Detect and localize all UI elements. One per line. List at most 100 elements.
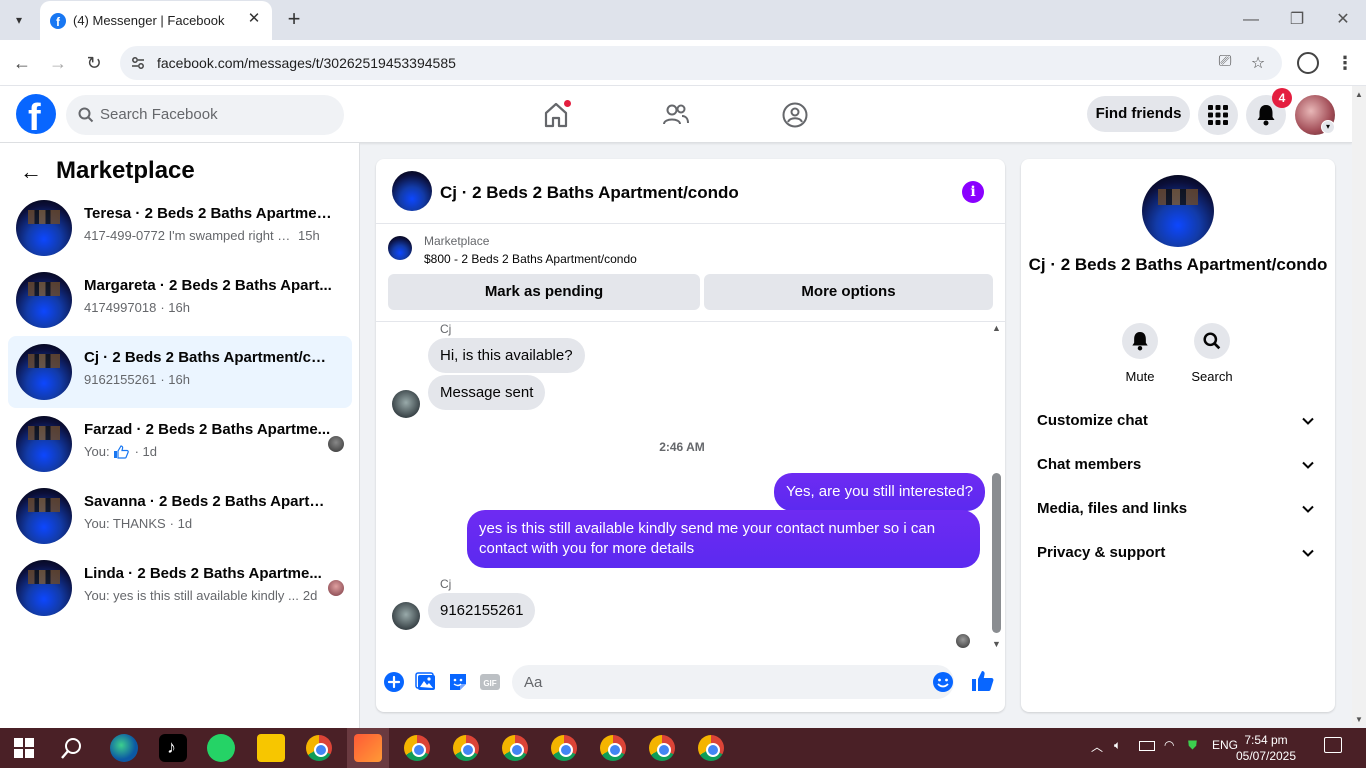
photo-icon[interactable]	[415, 671, 437, 693]
bookmark-star-icon[interactable]: ☆	[1247, 53, 1269, 73]
conversation-item[interactable]: Margareta · 2 Beds 2 Baths Apart... 4174…	[8, 264, 352, 336]
row-label: Chat members	[1037, 456, 1142, 473]
tray-chevron-up-icon[interactable]: ︿	[1091, 738, 1103, 755]
new-tab-plus-icon[interactable]: +	[282, 8, 306, 32]
chat-members-row[interactable]: Chat members	[1037, 456, 1319, 480]
tiktok-icon[interactable]: ♪	[159, 734, 187, 762]
app-icon[interactable]	[354, 734, 382, 762]
conversation-snippet: You:	[84, 444, 110, 459]
browser-tab[interactable]: f (4) Messenger | Facebook ✕	[40, 1, 272, 40]
gif-icon[interactable]: GIF	[479, 671, 501, 693]
taskbar-clock[interactable]: 7:54 pm 05/07/2025	[1228, 732, 1304, 764]
conversation-avatar	[16, 344, 72, 400]
notification-center-icon[interactable]	[1324, 737, 1342, 753]
row-label: Privacy & support	[1037, 544, 1166, 561]
message-thread: Cj Hi, is this available? Message sent 2…	[376, 321, 1005, 651]
browser-menu-icon[interactable]: ⋮	[1336, 52, 1354, 74]
whatsapp-icon[interactable]	[207, 734, 235, 762]
install-app-icon[interactable]: ⎚	[1214, 53, 1236, 73]
browser-profile-icon[interactable]	[1297, 52, 1319, 74]
sticky-notes-icon[interactable]	[257, 734, 285, 762]
address-bar[interactable]: facebook.com/messages/t/3026251945339458…	[120, 46, 1282, 80]
browser-toolbar: ← → ↻ facebook.com/messages/t/3026251945…	[0, 40, 1366, 86]
listing-thumbnail	[388, 236, 412, 260]
media-files-links-row[interactable]: Media, files and links	[1037, 500, 1319, 524]
message-bubble-outgoing: yes is this still available kindly send …	[467, 510, 980, 568]
back-arrow-icon[interactable]: ←	[9, 50, 35, 76]
url-text[interactable]: facebook.com/messages/t/3026251945339458…	[157, 55, 456, 71]
page-scrollbar[interactable]: ▲ ▼	[1352, 86, 1366, 726]
row-label: Customize chat	[1037, 412, 1148, 429]
message-bubble-incoming: 9162155261	[428, 593, 536, 628]
conversation-avatar	[16, 272, 72, 328]
notification-count-badge: 4	[1272, 88, 1292, 108]
conversation-item[interactable]: Farzad · 2 Beds 2 Baths Apartme... You: …	[8, 408, 352, 480]
conversation-time: · 16h	[160, 300, 190, 315]
volume-icon[interactable]: 🔈︎	[1114, 738, 1121, 753]
windows-start-icon[interactable]	[14, 738, 34, 758]
minimize-icon[interactable]: —	[1236, 8, 1266, 32]
chat-scrollbar[interactable]: ▲ ▼	[988, 321, 1005, 651]
more-options-button[interactable]: More options	[704, 274, 993, 310]
conversation-name: Margareta · 2 Beds 2 Baths Apart...	[84, 277, 332, 294]
menu-grid-button[interactable]	[1198, 95, 1238, 135]
chrome-profile-icon[interactable]	[649, 735, 675, 761]
find-friends-button[interactable]: Find friends	[1087, 96, 1190, 132]
conversation-item[interactable]: Savanna · 2 Beds 2 Baths Apartme... You:…	[8, 480, 352, 552]
close-window-icon[interactable]: ✕	[1328, 8, 1358, 32]
bell-icon	[1132, 332, 1148, 351]
chrome-profile-icon[interactable]	[551, 735, 577, 761]
chrome-profile-icon[interactable]	[600, 735, 626, 761]
contact-avatar[interactable]	[1142, 175, 1214, 247]
forward-arrow-icon[interactable]: →	[45, 50, 71, 76]
message-composer: GIF	[376, 659, 1005, 705]
chrome-profile-icon[interactable]	[502, 735, 528, 761]
chrome-icon[interactable]	[306, 735, 332, 761]
reload-icon[interactable]: ↻	[81, 50, 107, 76]
windows-taskbar: ♪ ︿ 🔈︎ ◠ ⛊ ENG 7:54 pm 05/07/2025	[0, 728, 1366, 768]
back-arrow-icon[interactable]: ←	[20, 161, 44, 183]
tab-search-chevron-icon[interactable]: ▾	[6, 7, 32, 33]
conversation-avatar	[16, 560, 72, 616]
privacy-support-row[interactable]: Privacy & support	[1037, 544, 1319, 568]
chrome-profile-icon[interactable]	[404, 735, 430, 761]
emoji-icon[interactable]	[932, 671, 954, 693]
conversation-item-active[interactable]: Cj · 2 Beds 2 Baths Apartment/con... 916…	[8, 336, 352, 408]
facebook-favicon-icon: f	[50, 13, 66, 29]
browser-tab-strip: ▾ f (4) Messenger | Facebook ✕ + — ❐ ✕	[0, 0, 1366, 40]
facebook-search-box[interactable]: Search Facebook	[66, 95, 344, 135]
sticker-icon[interactable]	[447, 671, 469, 693]
restore-icon[interactable]: ❐	[1282, 8, 1312, 32]
chrome-profile-icon[interactable]	[453, 735, 479, 761]
customize-chat-row[interactable]: Customize chat	[1037, 412, 1319, 436]
search-in-chat-button[interactable]: Search	[1182, 323, 1242, 384]
close-tab-icon[interactable]: ✕	[246, 11, 262, 27]
groups-icon[interactable]	[780, 100, 810, 130]
conversation-info-panel: Cj · 2 Beds 2 Baths Apartment/condo Mute…	[1021, 159, 1335, 712]
wifi-icon[interactable]: ◠	[1164, 738, 1174, 752]
battery-icon[interactable]	[1139, 741, 1155, 751]
facebook-logo-icon[interactable]: f	[16, 94, 56, 134]
seen-avatar	[956, 634, 970, 648]
like-thumbs-up-icon[interactable]	[971, 669, 995, 693]
message-input[interactable]	[512, 665, 954, 699]
mark-as-pending-button[interactable]: Mark as pending	[388, 274, 700, 310]
conversation-item[interactable]: Teresa · 2 Beds 2 Baths Apartment... 417…	[8, 192, 352, 264]
search-icon	[78, 107, 94, 123]
message-bubble-outgoing: Yes, are you still interested?	[774, 473, 986, 511]
taskbar-search-icon[interactable]	[60, 736, 84, 760]
plus-circle-icon[interactable]	[383, 671, 405, 693]
chrome-profile-icon[interactable]	[698, 735, 724, 761]
mute-label: Mute	[1125, 369, 1155, 384]
mute-button[interactable]: Mute	[1110, 323, 1170, 384]
chat-title[interactable]: Cj · 2 Beds 2 Baths Apartment/condo	[440, 183, 739, 203]
conversation-item[interactable]: Linda · 2 Beds 2 Baths Apartme... You: y…	[8, 552, 352, 624]
edge-browser-icon[interactable]	[110, 734, 138, 762]
info-icon[interactable]: i	[962, 181, 984, 203]
marketplace-listing-row[interactable]: Marketplace $800 - 2 Beds 2 Baths Apartm…	[376, 224, 1005, 274]
security-shield-icon[interactable]: ⛊	[1188, 738, 1197, 753]
account-chevron-icon[interactable]: ▾	[1321, 120, 1335, 134]
friends-icon[interactable]	[661, 100, 691, 130]
chat-avatar[interactable]	[392, 171, 432, 211]
site-settings-icon[interactable]	[130, 55, 146, 71]
